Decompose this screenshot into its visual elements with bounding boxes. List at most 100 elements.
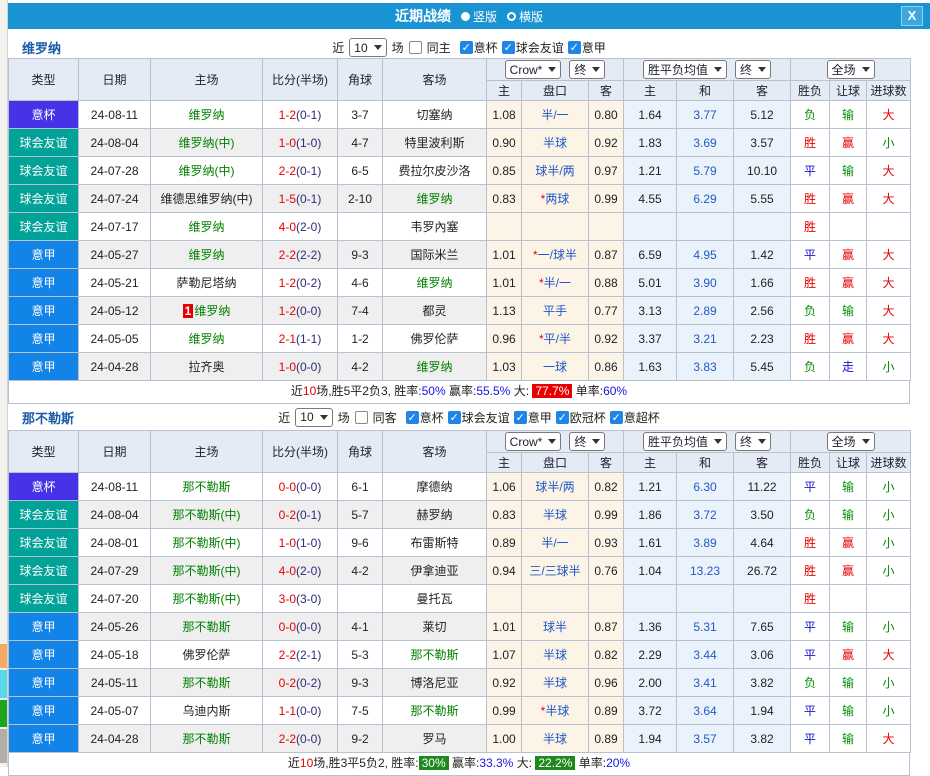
league-filters: ✓ 意杯 ✓ 球会友谊 ✓ 意甲 <box>456 39 606 56</box>
league-filter-label: 意甲 <box>527 410 552 425</box>
ah-line-text: 半/一 <box>541 108 569 122</box>
final-odds-select[interactable]: 终 <box>735 432 772 451</box>
final-odds-select[interactable]: 终 <box>735 60 772 79</box>
match-count-select[interactable]: 10 <box>349 38 387 57</box>
same-venue-checkbox[interactable] <box>408 41 422 54</box>
radio-unselected-icon[interactable] <box>507 11 516 21</box>
away-team-cell: 那不勒斯 <box>382 640 487 669</box>
corner-cell: 9-3 <box>337 240 383 269</box>
ah-home-odds-cell: 1.06 <box>486 472 522 501</box>
league-filter[interactable]: ✓ 意甲 <box>513 409 552 426</box>
background-fragment <box>0 729 7 763</box>
scope-select[interactable]: 全场 <box>826 432 875 451</box>
corner-cell: 4-2 <box>337 352 383 381</box>
odds-away-cell: 2.23 <box>733 324 792 353</box>
col-date: 日期 <box>78 58 151 101</box>
ah-away-odds-cell: 0.87 <box>587 240 625 269</box>
summary-segment: 30% <box>418 756 449 770</box>
league-filter-checkbox[interactable]: ✓ <box>447 410 461 424</box>
radio-selected-icon[interactable] <box>460 11 470 21</box>
odds-type-select[interactable]: 胜平负均值 <box>643 432 728 451</box>
league-filter[interactable]: ✓ 意超杯 <box>609 409 660 426</box>
type-cell: 意甲 <box>8 268 79 297</box>
odds-home-cell: 1.64 <box>623 100 678 129</box>
view-mode-horizontal[interactable]: 横版 <box>507 8 543 25</box>
league-filter[interactable]: ✓ 意杯 <box>405 409 444 426</box>
result-goals-cell: 小 <box>866 500 912 529</box>
odds-draw-cell: 3.41 <box>676 668 735 697</box>
match-row: 球会友谊 24-08-01 那不勒斯(中) 1-0(1-0) 9-6 布雷斯特 0.89 半/… <box>8 528 912 557</box>
home-team-name: 那不勒斯(中) <box>172 508 241 522</box>
ah-away-odds-cell: 0.89 <box>587 696 625 725</box>
corner-cell: 6-1 <box>337 472 383 501</box>
home-team-name: 那不勒斯 <box>182 480 231 494</box>
col-home: 主场 <box>150 430 263 473</box>
away-team-cell: 维罗纳 <box>382 184 487 213</box>
ah-home-odds-cell: 1.07 <box>486 640 522 669</box>
halftime-score: (1-0) <box>296 535 322 550</box>
halftime-score: (0-2) <box>296 275 322 290</box>
league-filter-checkbox[interactable]: ✓ <box>501 41 515 54</box>
ah-home-odds-cell: 1.03 <box>486 352 522 381</box>
result-wdl-cell: 胜 <box>790 128 831 157</box>
fulltime-score: 3-0 <box>278 591 296 606</box>
near-label: 近 <box>278 410 291 425</box>
away-team-name: 莱切 <box>422 620 447 634</box>
ah-line-cell: *一/球半 <box>521 240 589 269</box>
away-team-cell: 伊拿迪亚 <box>382 556 487 585</box>
summary-segment: 20% <box>606 756 631 770</box>
result-goals-cell <box>866 584 912 613</box>
same-venue-label: 同客 <box>372 410 397 425</box>
league-filter-checkbox[interactable]: ✓ <box>405 410 419 424</box>
league-filter-checkbox[interactable]: ✓ <box>555 410 569 424</box>
league-filter[interactable]: ✓ 意甲 <box>567 39 606 56</box>
match-count-select[interactable]: 10 <box>295 407 333 427</box>
result-handicap-cell: 走 <box>829 352 868 381</box>
league-filter[interactable]: ✓ 欧冠杯 <box>555 409 606 426</box>
ah-line-cell: 半球 <box>521 724 589 753</box>
league-filter-checkbox[interactable]: ✓ <box>459 41 473 54</box>
away-team-cell: 韦罗內塞 <box>382 212 487 241</box>
team-name-link[interactable]: 那不勒斯 <box>22 408 74 427</box>
odds-home-cell: 1.94 <box>623 724 678 753</box>
home-team-cell: 维罗纳 <box>150 212 263 241</box>
halftime-score: (0-0) <box>296 359 322 374</box>
type-cell: 意甲 <box>8 352 79 381</box>
same-venue-checkbox[interactable] <box>354 410 368 424</box>
odds-type-select[interactable]: 胜平负均值 <box>643 60 728 79</box>
league-filter[interactable]: ✓ 球会友谊 <box>501 39 564 56</box>
scope-select[interactable]: 全场 <box>826 60 875 79</box>
date-cell: 24-07-17 <box>78 212 151 241</box>
result-wdl-cell: 胜 <box>790 584 831 613</box>
team-name-link[interactable]: 维罗纳 <box>22 38 61 57</box>
away-team-name: 韦罗內塞 <box>410 220 459 234</box>
score-cell: 2-2(2-1) <box>262 640 338 669</box>
ah-line-text: 半球 <box>542 648 567 662</box>
view-mode-vertical[interactable]: 竖版 <box>460 8 497 25</box>
corner-cell <box>337 212 383 241</box>
close-icon[interactable]: X <box>901 6 923 26</box>
chevron-down-icon <box>714 439 723 444</box>
ah-away-odds-cell <box>587 212 625 241</box>
home-team-cell: 维罗纳 <box>150 240 263 269</box>
odds-away-cell: 1.94 <box>733 696 792 725</box>
result-goals-cell <box>866 212 912 241</box>
league-filter[interactable]: ✓ 球会友谊 <box>447 409 510 426</box>
halftime-score: (0-0) <box>296 703 322 718</box>
match-row: 意甲 24-05-07 乌迪内斯 1-1(0-0) 7-5 那不勒斯 0.99 *半球 0.89… <box>8 696 912 725</box>
home-team-cell: 维罗纳 <box>150 100 263 129</box>
score-cell: 1-0(0-0) <box>262 352 338 381</box>
league-filter-checkbox[interactable]: ✓ <box>609 410 623 424</box>
ah-line-cell: 平手 <box>521 296 589 325</box>
result-wdl-cell: 平 <box>790 724 831 753</box>
bookmaker-select[interactable]: Crow* <box>504 432 562 451</box>
final-ah-select[interactable]: 终 <box>569 60 606 79</box>
ah-line-text: 半球 <box>542 508 567 522</box>
away-team-name: 布雷斯特 <box>410 536 459 550</box>
final-ah-select[interactable]: 终 <box>569 432 606 451</box>
league-filter[interactable]: ✓ 意杯 <box>459 39 498 56</box>
league-filter-checkbox[interactable]: ✓ <box>513 410 527 424</box>
bookmaker-select[interactable]: Crow* <box>504 60 562 79</box>
league-filter-checkbox[interactable]: ✓ <box>567 41 581 54</box>
odds-home-cell: 3.72 <box>623 696 678 725</box>
